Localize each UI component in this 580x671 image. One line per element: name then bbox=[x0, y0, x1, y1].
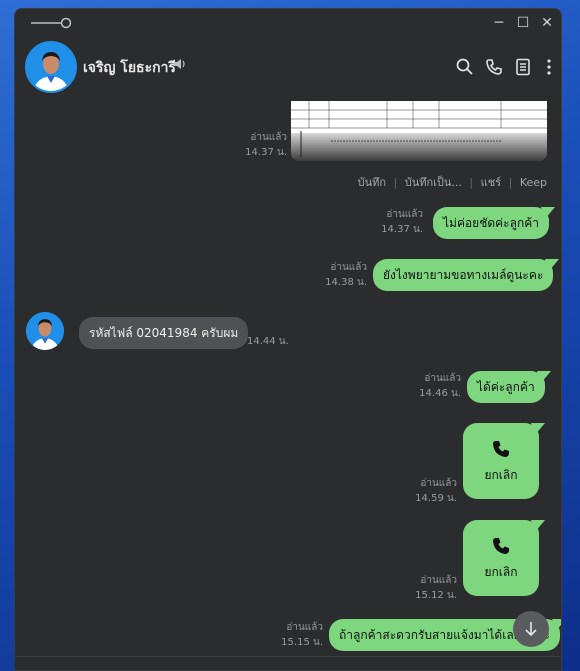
call-message[interactable]: ยกเลิก bbox=[463, 423, 545, 499]
call-status: ยกเลิก bbox=[484, 565, 518, 579]
input-area-edge bbox=[15, 656, 561, 670]
contact-name: เจริญ โยธะการี bbox=[83, 60, 176, 76]
message-time: 14.37 น. bbox=[381, 224, 423, 235]
search-icon[interactable] bbox=[455, 57, 475, 77]
maximize-button[interactable]: ☐ bbox=[513, 14, 533, 32]
outgoing-message[interactable]: ไม่ค่อยชัดค่ะลูกค้า bbox=[433, 207, 556, 239]
share-link[interactable]: แชร์ bbox=[481, 176, 501, 189]
image-message[interactable] bbox=[291, 101, 547, 161]
image-actions: บันทึก | บันทึกเป็น... | แชร์ | Keep bbox=[357, 176, 547, 189]
message-time: 14.38 น. bbox=[325, 277, 367, 288]
message-time: 15.12 น. bbox=[415, 590, 457, 601]
more-icon[interactable] bbox=[539, 57, 559, 77]
sender-avatar[interactable] bbox=[26, 312, 64, 350]
chat-window: ─ ☐ ✕ เจริญ โยธะการี อ่านแล้ว 14.37 น. บ… bbox=[14, 8, 562, 671]
read-receipt: อ่านแล้ว bbox=[286, 622, 323, 633]
call-message[interactable]: ยกเลิก bbox=[463, 520, 545, 596]
read-receipt: อ่านแล้ว bbox=[250, 132, 287, 143]
message-time: 14.59 น. bbox=[415, 493, 457, 504]
message-time: 14.44 น. bbox=[247, 336, 289, 347]
message-text: รหัสไฟล์ 02041984 ครับผม bbox=[89, 326, 239, 340]
read-receipt: อ่านแล้ว bbox=[420, 575, 457, 586]
bubble-tail bbox=[551, 619, 561, 631]
person-photo-icon bbox=[26, 312, 64, 350]
phone-icon[interactable] bbox=[484, 57, 504, 77]
slider-icon[interactable] bbox=[31, 17, 73, 29]
title-bar: ─ ☐ ✕ bbox=[15, 9, 561, 37]
chat-header: เจริญ โยธะการี bbox=[15, 37, 561, 95]
message-time: 15.15 น. bbox=[281, 637, 323, 648]
bubble-tail bbox=[531, 423, 545, 435]
outgoing-message[interactable]: ได้ค่ะลูกค้า bbox=[467, 371, 551, 403]
minimize-button[interactable]: ─ bbox=[489, 14, 509, 32]
bubble-tail bbox=[541, 207, 556, 219]
message-time: 14.46 น. bbox=[419, 388, 461, 399]
message-text: ไม่ค่อยชัดค่ะลูกค้า bbox=[443, 216, 540, 230]
message-list[interactable]: อ่านแล้ว 14.37 น. บันทึก | บันทึกเป็น...… bbox=[15, 95, 561, 670]
read-receipt: อ่านแล้ว bbox=[386, 209, 423, 220]
phone-icon bbox=[493, 538, 509, 554]
document-thumbnail bbox=[291, 101, 547, 161]
bubble-tail bbox=[545, 259, 560, 271]
read-receipt: อ่านแล้ว bbox=[420, 478, 457, 489]
read-receipt: อ่านแล้ว bbox=[330, 262, 367, 273]
outgoing-message[interactable]: ยังไงพยายามขอทางเมล์ดูนะคะ bbox=[373, 259, 560, 291]
call-status: ยกเลิก bbox=[484, 468, 518, 482]
phone-icon bbox=[493, 441, 509, 457]
keep-link[interactable]: Keep bbox=[520, 176, 547, 189]
message-text: ได้ค่ะลูกค้า bbox=[477, 380, 535, 394]
bubble-tail bbox=[531, 520, 545, 532]
read-receipt: อ่านแล้ว bbox=[424, 373, 461, 384]
close-button[interactable]: ✕ bbox=[537, 14, 557, 32]
speaker-icon bbox=[174, 59, 185, 69]
notes-icon[interactable] bbox=[513, 57, 533, 77]
save-link[interactable]: บันทึก bbox=[358, 176, 386, 189]
incoming-message[interactable]: รหัสไฟล์ 02041984 ครับผม bbox=[79, 317, 249, 349]
save-as-link[interactable]: บันทึกเป็น... bbox=[405, 176, 462, 189]
person-photo-icon bbox=[27, 43, 75, 91]
scroll-to-bottom-button[interactable] bbox=[513, 611, 549, 647]
message-text: ยังไงพยายามขอทางเมล์ดูนะคะ bbox=[383, 268, 544, 282]
arrow-down-icon bbox=[525, 622, 537, 637]
bubble-tail bbox=[536, 371, 551, 383]
contact-avatar[interactable] bbox=[25, 41, 77, 93]
message-time: 14.37 น. bbox=[245, 147, 287, 158]
